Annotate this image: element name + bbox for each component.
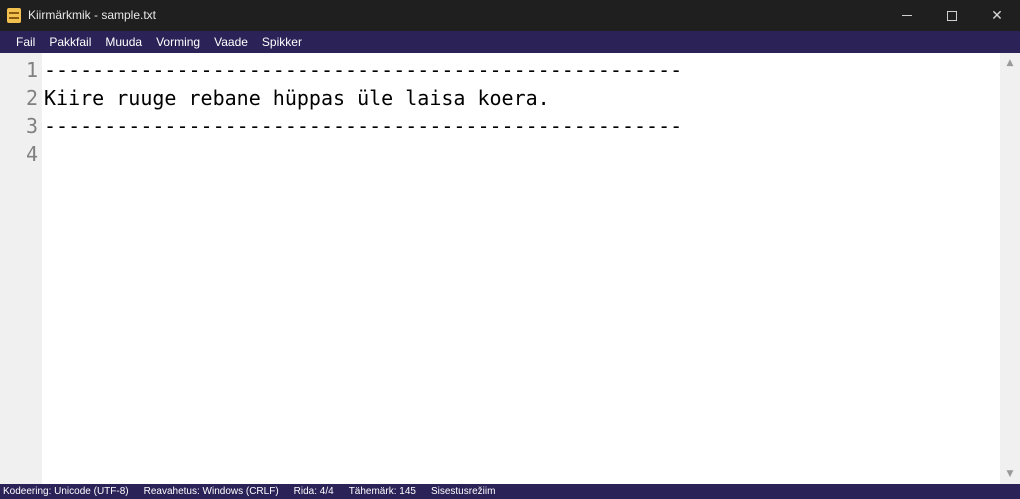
close-icon: ✕	[991, 7, 1003, 24]
title-bar: Kiirmärkmik - sample.txt ✕	[0, 0, 1020, 31]
line-number: 4	[25, 142, 38, 166]
menu-edit[interactable]: Muuda	[98, 31, 149, 53]
menu-batch[interactable]: Pakkfail	[42, 31, 98, 53]
line-number: 2	[25, 86, 38, 110]
text-line[interactable]: ----------------------------------------…	[44, 112, 682, 140]
status-char-count: Tähemärk: 145	[348, 486, 416, 497]
line-number-gutter: 1 2 3 4	[0, 53, 42, 484]
status-row: Rida: 4/4	[293, 486, 334, 497]
text-line[interactable]: Kiire ruuge rebane hüppas üle laisa koer…	[44, 84, 550, 112]
scroll-up-icon[interactable]: ▲	[1000, 55, 1020, 71]
text-line[interactable]: ----------------------------------------…	[44, 56, 682, 84]
menu-help[interactable]: Spikker	[255, 31, 309, 53]
vertical-scrollbar[interactable]: ▲ ▼	[1000, 53, 1020, 484]
minimize-button[interactable]	[884, 0, 930, 31]
status-line-endings: Reavahetus: Windows (CRLF)	[143, 486, 279, 497]
line-number: 3	[25, 114, 38, 138]
menu-bar: Fail Pakkfail Muuda Vorming Vaade Spikke…	[0, 31, 1020, 53]
menu-file[interactable]: Fail	[0, 31, 42, 53]
maximize-button[interactable]	[929, 0, 975, 31]
status-input-mode: Sisestusrežiim	[430, 486, 496, 497]
maximize-icon	[947, 10, 957, 21]
line-number: 1	[25, 58, 38, 82]
menu-format[interactable]: Vorming	[149, 31, 207, 53]
window-title: Kiirmärkmik - sample.txt	[28, 8, 157, 22]
status-encoding: Kodeering: Unicode (UTF-8)	[3, 486, 129, 497]
text-editor[interactable]: 1 2 3 4 --------------------------------…	[0, 53, 1020, 484]
notepad-icon	[7, 8, 21, 23]
scroll-down-icon[interactable]: ▼	[1000, 466, 1020, 482]
menu-view[interactable]: Vaade	[207, 31, 255, 53]
close-button[interactable]: ✕	[974, 0, 1020, 31]
minimize-icon	[902, 15, 912, 16]
status-bar: Kodeering: Unicode (UTF-8) Reavahetus: W…	[0, 484, 1020, 499]
